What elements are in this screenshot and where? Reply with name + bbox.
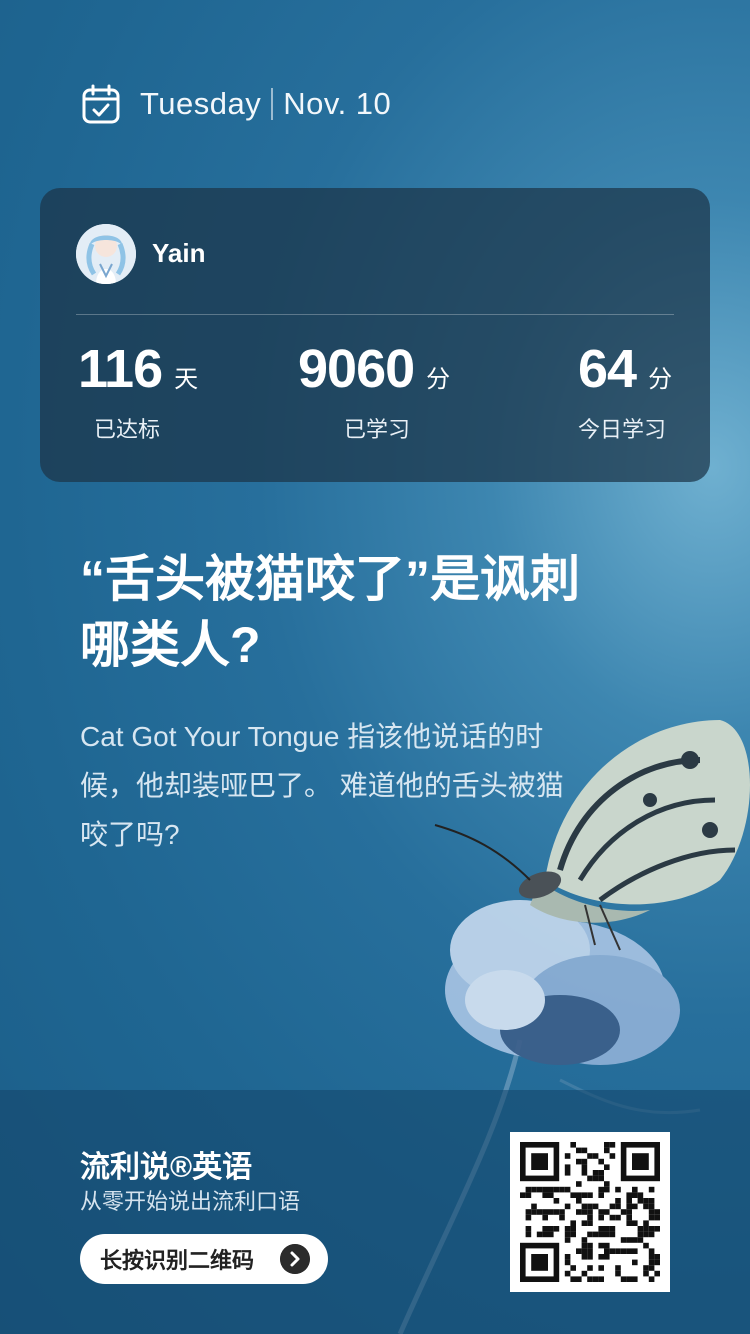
stat-unit: 天: [174, 366, 199, 393]
avatar-image: [76, 224, 136, 284]
avatar[interactable]: [76, 224, 136, 284]
article-description: Cat Got Your Tongue 指该他说话的时候，他却装哑巴了。 难道他…: [80, 721, 564, 850]
footer-banner: 流利说®英语 从零开始说出流利口语 长按识别二维码: [0, 1090, 750, 1334]
brand-name: 流利说®英语: [80, 1151, 253, 1184]
scan-qr-label: 长按识别二维码: [100, 1248, 255, 1273]
username: Yain: [152, 238, 206, 268]
qr-code[interactable]: [510, 1132, 670, 1292]
stat-unit: 分: [648, 366, 673, 393]
stat-label: 已学习: [344, 417, 411, 442]
date-label: Nov. 10: [283, 86, 392, 121]
stat-value: 9060: [298, 339, 415, 399]
calendar-check-icon: [82, 84, 120, 124]
scan-qr-button[interactable]: 长按识别二维码: [80, 1234, 328, 1284]
stat-value: 116: [78, 339, 163, 399]
brand-slogan: 从零开始说出流利口语: [80, 1189, 301, 1214]
date-divider: [271, 88, 274, 120]
article-headline: “舌头被猫咬了”是讽刺哪类人?: [80, 551, 580, 673]
stat-unit: 分: [426, 366, 451, 393]
stat-value: 64: [578, 339, 637, 399]
card-divider: [76, 314, 674, 315]
stat-today-studied: 64 分 今日学习: [578, 338, 672, 444]
stat-days-achieved: 116 天 已达标: [78, 338, 198, 444]
stat-label: 今日学习: [578, 417, 667, 442]
stats-card: Yain 116 天 已达标 9060 分 已学习 64 分 今日学习: [40, 188, 710, 482]
stat-label: 已达标: [94, 417, 161, 442]
date-header: Tuesday Nov. 10: [82, 84, 391, 124]
chevron-right-icon: [280, 1244, 310, 1274]
stat-total-studied: 9060 分 已学习: [298, 338, 450, 444]
weekday-label: Tuesday: [140, 86, 262, 121]
